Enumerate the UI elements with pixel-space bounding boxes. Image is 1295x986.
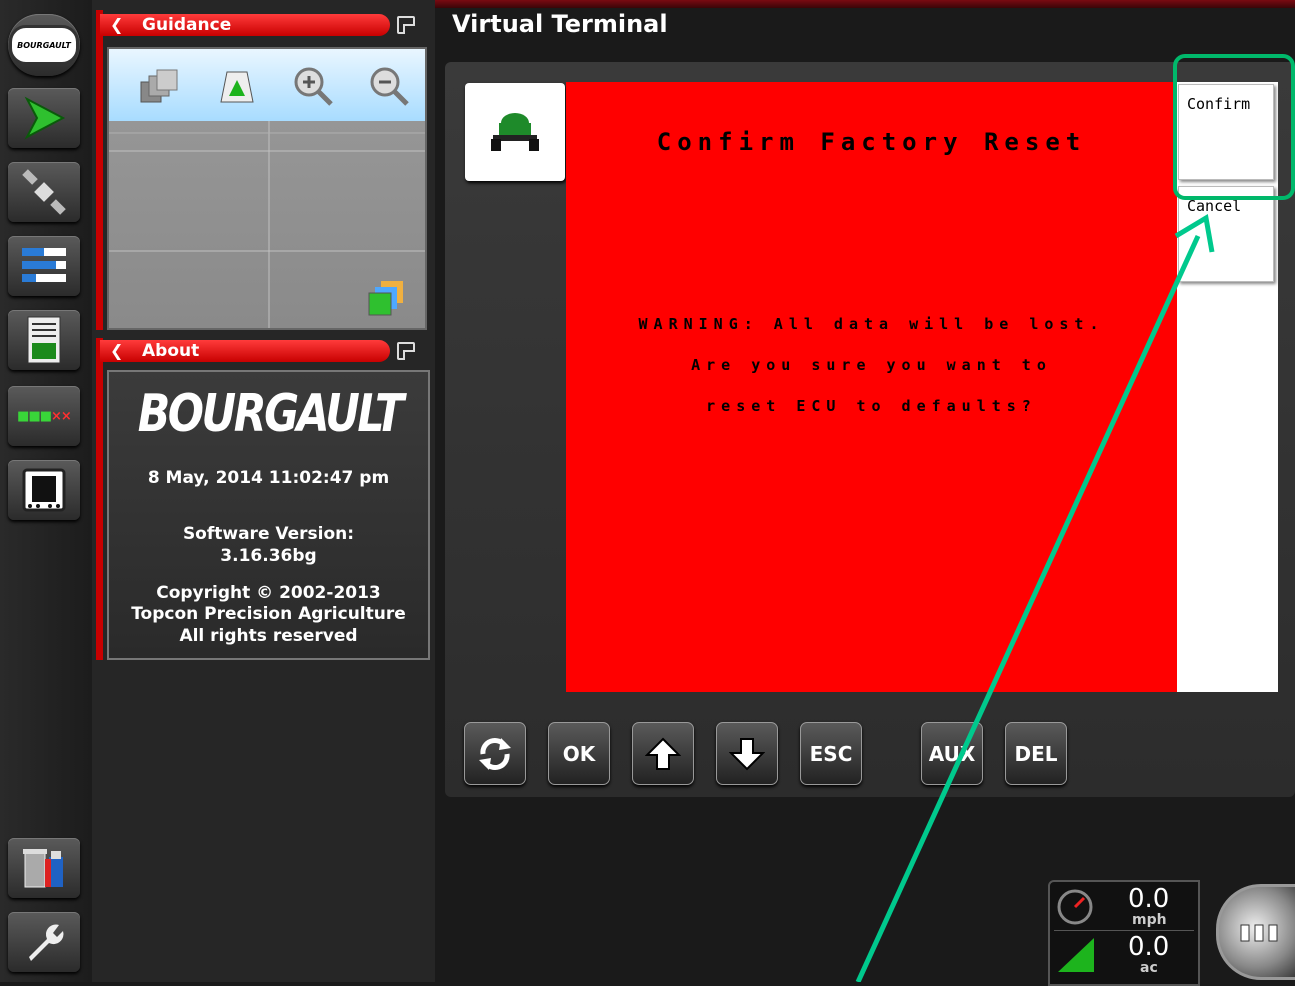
annotation-arrow <box>855 213 1215 982</box>
